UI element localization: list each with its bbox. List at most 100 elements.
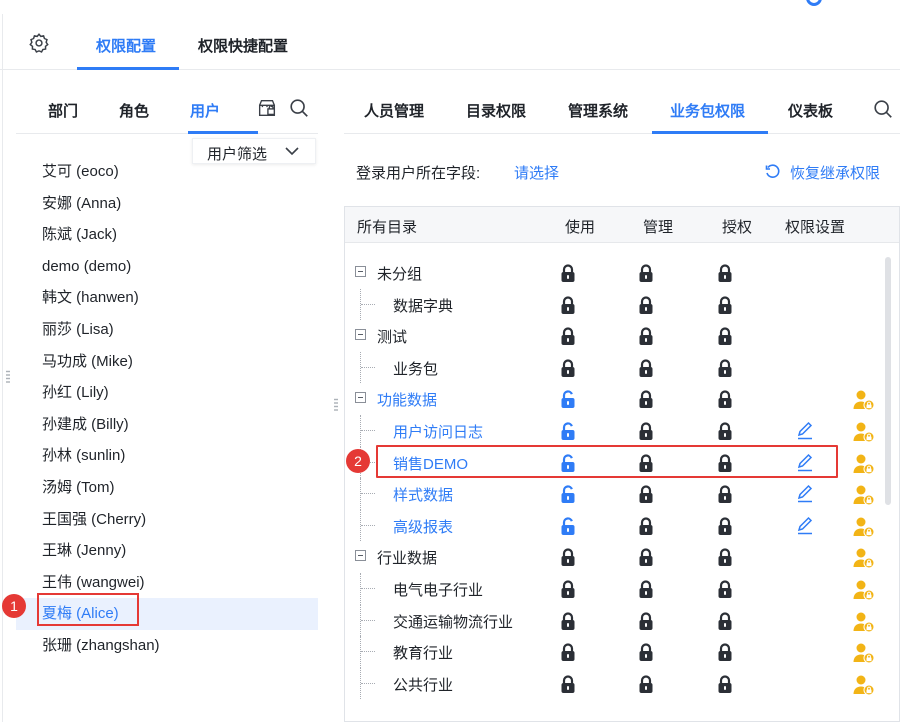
table-row[interactable]: 样式数据	[345, 478, 885, 510]
collapse-icon[interactable]	[355, 266, 366, 277]
lock-icon[interactable]	[716, 295, 734, 315]
user-permission-icon[interactable]	[853, 579, 875, 601]
lock-icon[interactable]	[559, 547, 577, 567]
lock-icon[interactable]	[716, 421, 734, 441]
lock-icon[interactable]	[559, 326, 577, 346]
user-permission-icon[interactable]	[853, 453, 875, 475]
lock-icon[interactable]	[559, 642, 577, 662]
user-list-item[interactable]: 孙林 (sunlin)	[16, 440, 318, 472]
table-row[interactable]: 用户访问日志	[345, 414, 885, 447]
table-row[interactable]: 测试	[345, 320, 885, 352]
user-list-item[interactable]: 马功成 (Mike)	[16, 346, 318, 378]
lock-icon[interactable]	[716, 326, 734, 346]
panel-resize-handle-icon[interactable]	[334, 398, 338, 412]
user-list-item[interactable]: 韩文 (hanwen)	[16, 282, 318, 314]
gear-icon[interactable]	[28, 32, 50, 54]
user-list-item[interactable]: 张珊 (zhangshan)	[16, 630, 318, 662]
lock-icon[interactable]	[637, 611, 655, 631]
lock-icon[interactable]	[637, 326, 655, 346]
user-permission-icon[interactable]	[853, 611, 875, 633]
lock-icon[interactable]	[637, 295, 655, 315]
user-list-item[interactable]: 陈斌 (Jack)	[16, 219, 318, 251]
lock-icon[interactable]	[637, 484, 655, 504]
user-permission-icon[interactable]	[853, 642, 875, 664]
user-permission-icon[interactable]	[853, 421, 875, 443]
lock-icon[interactable]	[637, 421, 655, 441]
tab-role[interactable]: 角色	[119, 100, 149, 121]
lock-icon[interactable]	[716, 358, 734, 378]
unlock-icon[interactable]	[559, 516, 577, 536]
user-list-item[interactable]: 安娜 (Anna)	[16, 188, 318, 220]
login-field-select-link[interactable]: 请选择	[514, 162, 559, 183]
search-icon[interactable]	[288, 97, 310, 119]
table-row[interactable]: 交通运输物流行业	[345, 604, 885, 637]
table-row[interactable]: 数据字典	[345, 288, 885, 321]
lock-icon[interactable]	[716, 484, 734, 504]
shop-lock-icon[interactable]	[256, 97, 278, 119]
lock-icon[interactable]	[559, 579, 577, 599]
lock-icon[interactable]	[637, 547, 655, 567]
lock-icon[interactable]	[716, 263, 734, 283]
search-icon[interactable]	[872, 98, 894, 120]
user-permission-icon[interactable]	[853, 389, 875, 411]
table-row[interactable]: 未分组	[345, 257, 885, 289]
lock-icon[interactable]	[716, 642, 734, 662]
lock-icon[interactable]	[559, 674, 577, 694]
table-row[interactable]: 业务包	[345, 351, 885, 384]
lock-icon[interactable]	[716, 389, 734, 409]
lock-icon[interactable]	[637, 674, 655, 694]
unlock-icon[interactable]	[559, 421, 577, 441]
table-row[interactable]: 教育行业	[345, 636, 885, 668]
edit-icon[interactable]	[796, 483, 814, 503]
lock-icon[interactable]	[716, 579, 734, 599]
user-list-item[interactable]: 艾可 (eoco)	[16, 156, 318, 188]
tab-dashboard[interactable]: 仪表板	[788, 100, 833, 121]
collapse-icon[interactable]	[355, 550, 366, 562]
lock-icon[interactable]	[716, 516, 734, 536]
lock-icon[interactable]	[559, 611, 577, 631]
lock-icon[interactable]	[716, 547, 734, 567]
unlock-icon[interactable]	[559, 484, 577, 504]
lock-icon[interactable]	[637, 263, 655, 283]
tab-business-package-permission[interactable]: 业务包权限	[670, 100, 745, 121]
left-resize-handle-icon[interactable]	[6, 370, 10, 384]
user-list-item[interactable]: 汤姆 (Tom)	[16, 472, 318, 504]
lock-icon[interactable]	[637, 389, 655, 409]
lock-icon[interactable]	[637, 358, 655, 378]
tab-permission-config[interactable]: 权限配置	[96, 35, 156, 56]
user-list-item[interactable]: 王琳 (Jenny)	[16, 535, 318, 567]
tab-personnel-management[interactable]: 人员管理	[364, 100, 424, 121]
user-permission-icon[interactable]	[853, 547, 875, 569]
tab-user[interactable]: 用户	[190, 100, 220, 121]
table-row[interactable]: 高级报表	[345, 509, 885, 542]
tab-catalog-permission[interactable]: 目录权限	[466, 100, 526, 121]
tab-department[interactable]: 部门	[48, 100, 78, 121]
tab-management-system[interactable]: 管理系统	[568, 100, 628, 121]
user-list-item[interactable]: 孙建成 (Billy)	[16, 409, 318, 441]
table-row[interactable]: 公共行业	[345, 667, 885, 700]
user-list-item[interactable]: 王国强 (Cherry)	[16, 504, 318, 536]
edit-icon[interactable]	[796, 515, 814, 535]
table-row[interactable]: 行业数据	[345, 541, 885, 573]
lock-icon[interactable]	[716, 674, 734, 694]
notification-icon[interactable]	[806, 0, 822, 6]
lock-icon[interactable]	[559, 358, 577, 378]
tab-permission-quick-config[interactable]: 权限快捷配置	[198, 35, 288, 56]
lock-icon[interactable]	[559, 295, 577, 315]
collapse-icon[interactable]	[355, 392, 366, 404]
lock-icon[interactable]	[637, 516, 655, 536]
user-list-item[interactable]: demo (demo)	[16, 251, 318, 283]
restore-inherit-button[interactable]: 恢复继承权限	[764, 162, 880, 183]
lock-icon[interactable]	[637, 642, 655, 662]
user-permission-icon[interactable]	[853, 674, 875, 696]
unlock-icon[interactable]	[559, 389, 577, 409]
lock-icon[interactable]	[716, 611, 734, 631]
user-permission-icon[interactable]	[853, 516, 875, 538]
table-row[interactable]: 功能数据	[345, 383, 885, 415]
vertical-scrollbar[interactable]	[885, 257, 891, 505]
lock-icon[interactable]	[559, 263, 577, 283]
edit-icon[interactable]	[796, 420, 814, 440]
lock-icon[interactable]	[637, 579, 655, 599]
user-list-item[interactable]: 孙红 (Lily)	[16, 377, 318, 409]
collapse-icon[interactable]	[355, 329, 366, 341]
